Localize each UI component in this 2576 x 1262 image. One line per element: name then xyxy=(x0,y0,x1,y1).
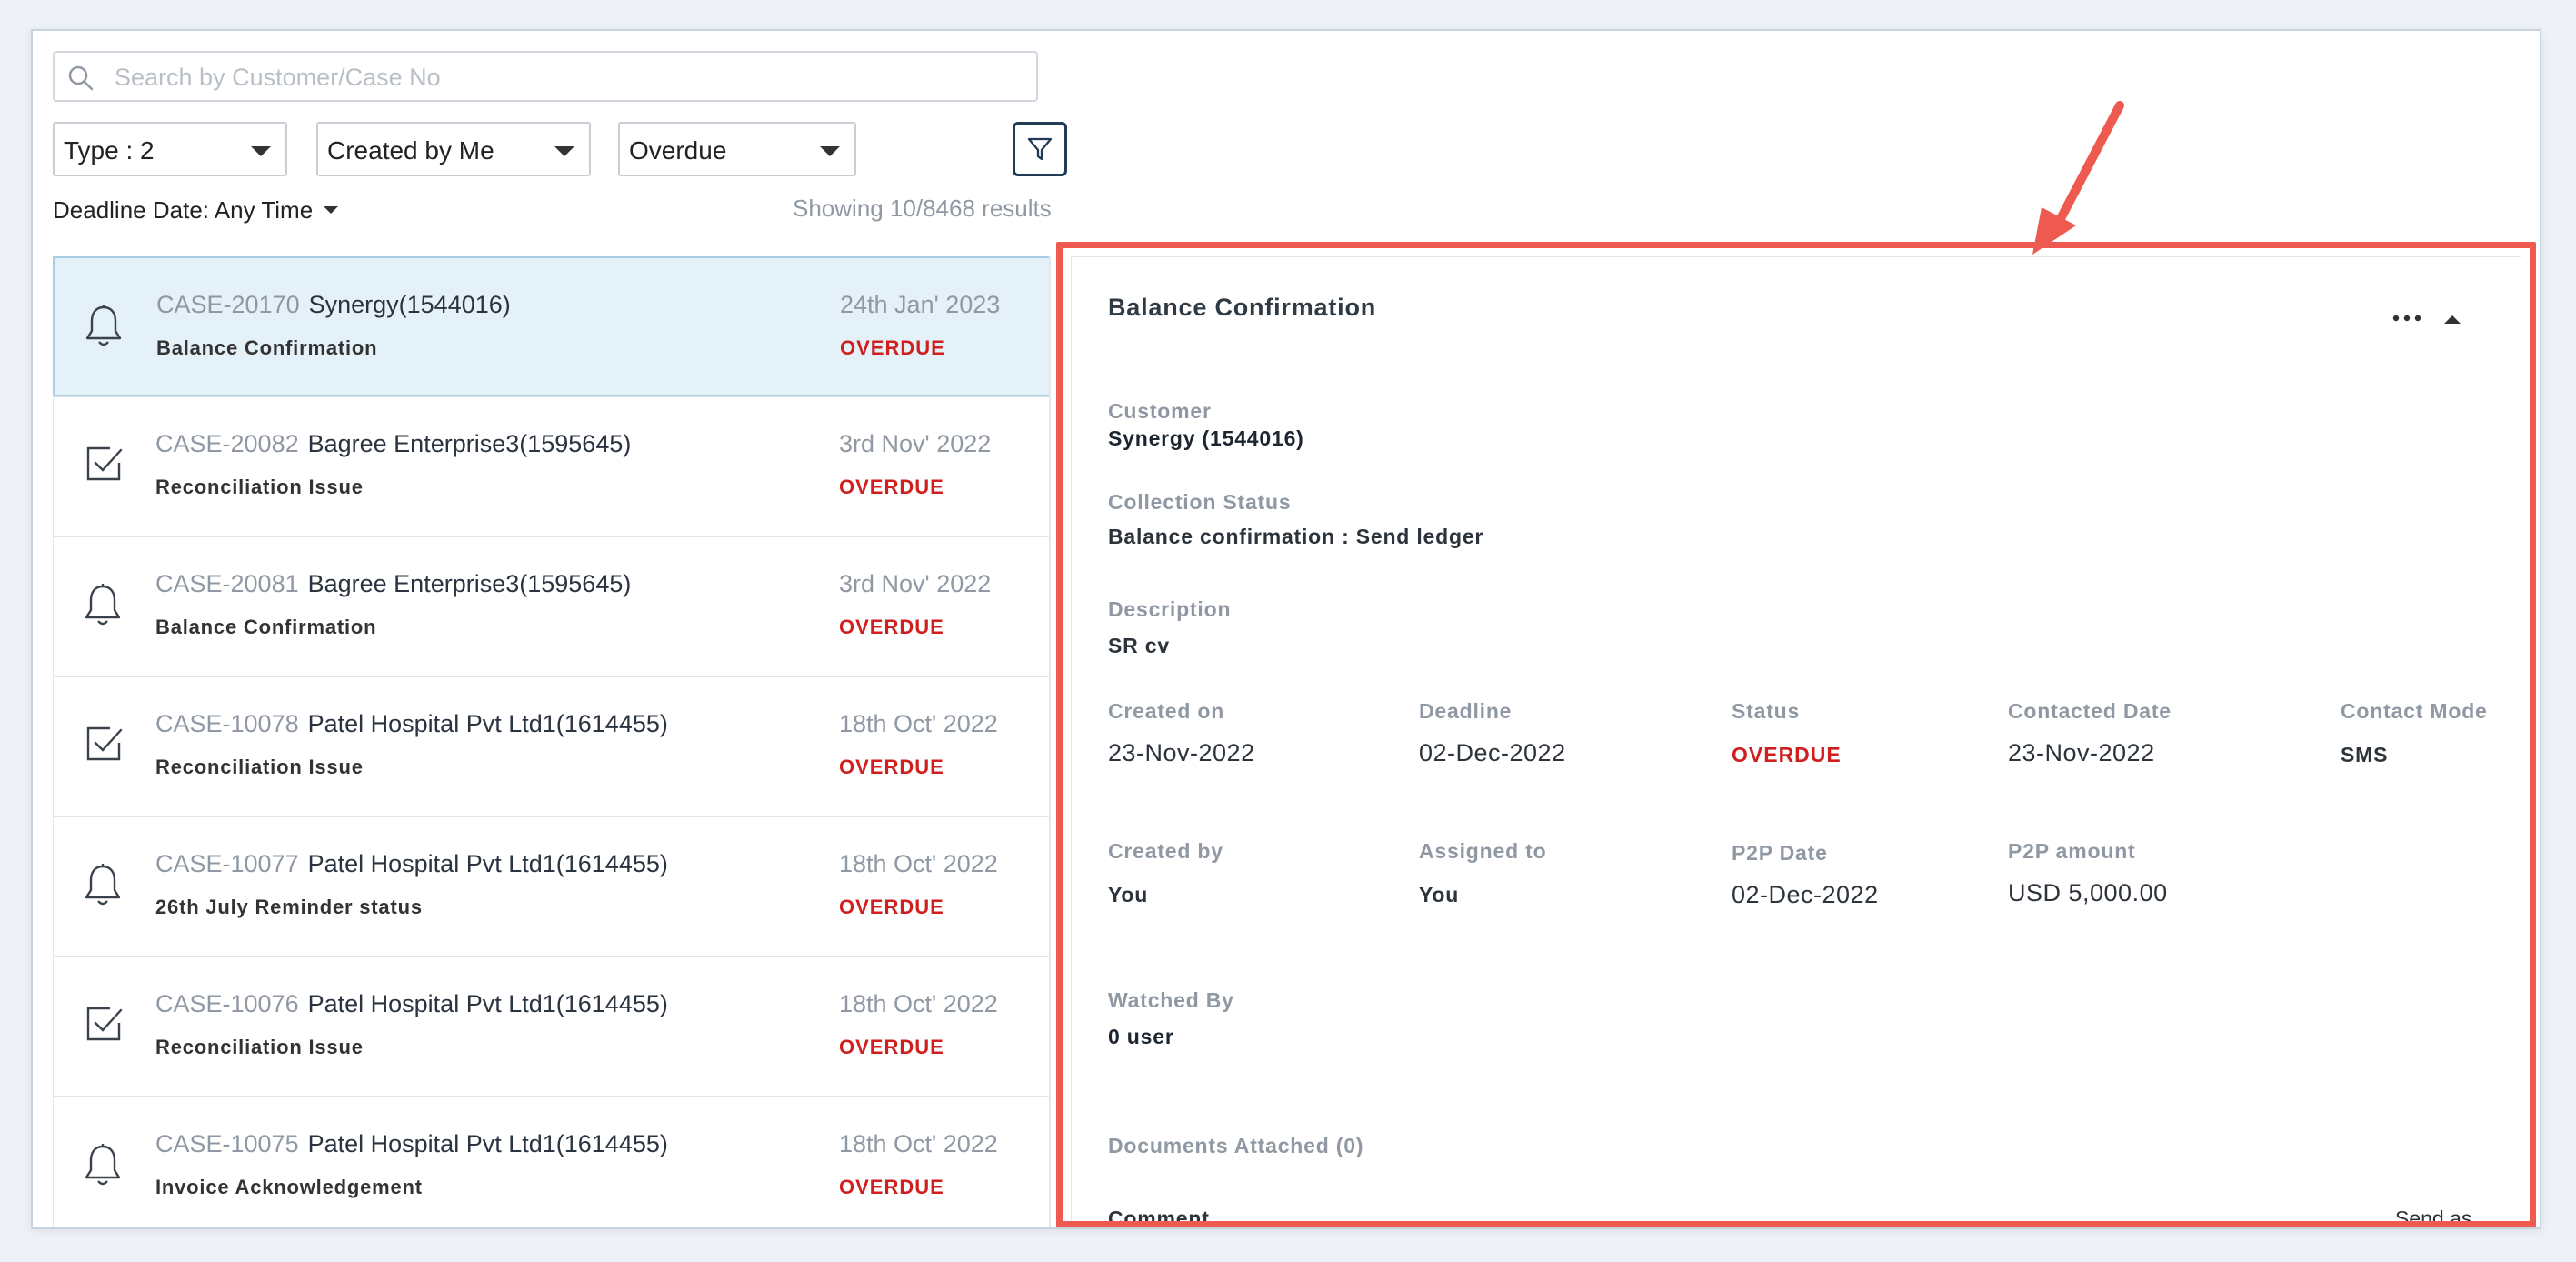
chevron-down-icon xyxy=(554,146,574,156)
chevron-down-icon xyxy=(820,146,840,156)
case-id: CASE-10078 xyxy=(155,710,299,737)
case-status: OVERDUE xyxy=(839,616,944,638)
chevron-down-icon xyxy=(251,146,271,156)
case-status: OVERDUE xyxy=(839,476,944,498)
case-status: OVERDUE xyxy=(840,336,945,359)
case-customer: Synergy(1544016) xyxy=(308,291,511,318)
case-customer: Bagree Enterprise3(1595645) xyxy=(307,430,632,457)
case-date: 18th Oct' 2022 xyxy=(839,990,998,1017)
case-id: CASE-10077 xyxy=(155,850,299,877)
deadline-date-filter-label: Deadline Date: Any Time xyxy=(53,196,314,224)
case-id: CASE-20082 xyxy=(155,430,299,457)
case-id: CASE-20081 xyxy=(155,570,299,597)
case-date: 3rd Nov' 2022 xyxy=(839,430,992,457)
bell-icon xyxy=(83,583,123,633)
case-status: OVERDUE xyxy=(839,1036,944,1058)
case-list-item[interactable]: CASE-20170 Synergy(1544016) Balance Confi… xyxy=(53,256,1049,396)
search-input[interactable] xyxy=(113,60,1022,95)
case-date: 18th Oct' 2022 xyxy=(839,850,998,877)
case-id: CASE-10075 xyxy=(155,1130,299,1157)
app-window: Type : 2 Created by Me Overdue Deadline … xyxy=(31,29,2541,1229)
case-list-item[interactable]: CASE-10078 Patel Hospital Pvt Ltd1(161445… xyxy=(53,676,1049,816)
checkbox-icon xyxy=(83,443,125,489)
case-list-item[interactable]: CASE-10075 Patel Hospital Pvt Ltd1(161445… xyxy=(53,1097,1049,1227)
bell-icon xyxy=(83,1143,123,1193)
case-list-item[interactable]: CASE-10077 Patel Hospital Pvt Ltd1(161445… xyxy=(53,816,1049,957)
created-by-dropdown[interactable]: Created by Me xyxy=(316,122,591,176)
case-list-item[interactable]: CASE-10076 Patel Hospital Pvt Ltd1(161445… xyxy=(53,957,1049,1097)
status-dropdown-label: Overdue xyxy=(629,136,727,165)
case-type: Balance Confirmation xyxy=(156,336,378,359)
case-list-item[interactable]: CASE-20081 Bagree Enterprise3(1595645) Ba… xyxy=(53,536,1049,676)
created-by-dropdown-label: Created by Me xyxy=(327,136,494,165)
checkbox-icon xyxy=(83,1003,125,1049)
case-status: OVERDUE xyxy=(839,896,944,918)
results-count: Showing 10/8468 results xyxy=(793,195,1052,222)
case-type: Reconciliation Issue xyxy=(155,756,364,778)
case-id: CASE-20170 xyxy=(156,291,300,318)
case-type: Invoice Acknowledgement xyxy=(155,1176,423,1198)
status-dropdown[interactable]: Overdue xyxy=(618,122,856,176)
deadline-date-filter[interactable]: Deadline Date: Any Time xyxy=(53,196,339,225)
case-id: CASE-10076 xyxy=(155,990,299,1017)
case-date: 24th Jan' 2023 xyxy=(840,291,1001,318)
funnel-icon xyxy=(1027,137,1053,161)
case-type: Balance Confirmation xyxy=(155,616,377,638)
checkbox-icon xyxy=(83,723,125,769)
type-dropdown[interactable]: Type : 2 xyxy=(53,122,287,176)
chevron-down-icon xyxy=(324,206,339,214)
case-list-item[interactable]: CASE-20082 Bagree Enterprise3(1595645) Re… xyxy=(53,396,1049,536)
case-type: Reconciliation Issue xyxy=(155,1036,364,1058)
case-date: 3rd Nov' 2022 xyxy=(839,570,992,597)
bell-icon xyxy=(83,863,123,913)
search-box[interactable] xyxy=(53,51,1038,102)
case-type: Reconciliation Issue xyxy=(155,476,364,498)
case-customer: Bagree Enterprise3(1595645) xyxy=(307,570,632,597)
type-dropdown-label: Type : 2 xyxy=(64,136,155,165)
case-date: 18th Oct' 2022 xyxy=(839,710,998,737)
case-date: 18th Oct' 2022 xyxy=(839,1130,998,1157)
case-customer: Patel Hospital Pvt Ltd1(1614455) xyxy=(307,990,668,1017)
case-customer: Patel Hospital Pvt Ltd1(1614455) xyxy=(307,710,668,737)
case-list: CASE-20170 Synergy(1544016) Balance Confi… xyxy=(53,256,1051,1227)
case-type: 26th July Reminder status xyxy=(155,896,423,918)
filter-button[interactable] xyxy=(1013,122,1067,176)
search-icon xyxy=(68,65,94,91)
case-customer: Patel Hospital Pvt Ltd1(1614455) xyxy=(307,1130,668,1157)
highlight-box xyxy=(1056,242,2536,1227)
bell-icon xyxy=(84,304,124,354)
case-customer: Patel Hospital Pvt Ltd1(1614455) xyxy=(307,850,668,877)
case-status: OVERDUE xyxy=(839,756,944,778)
annotation-arrow-icon xyxy=(2032,101,2124,255)
case-status: OVERDUE xyxy=(839,1176,944,1198)
